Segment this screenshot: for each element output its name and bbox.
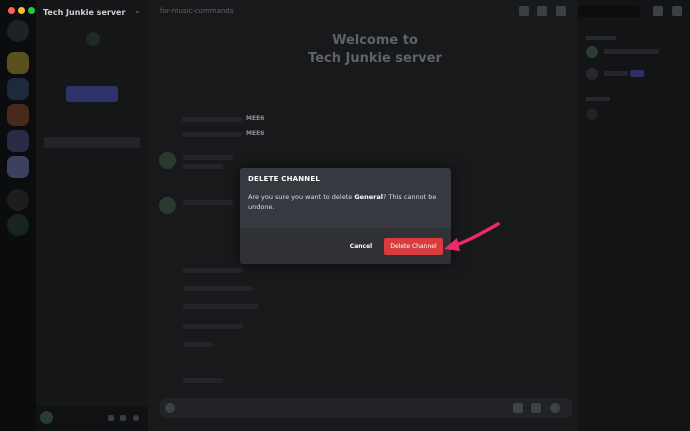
- delete-channel-button[interactable]: Delete Channel: [384, 238, 443, 255]
- delete-channel-dialog: DELETE CHANNEL Are you sure you want to …: [240, 168, 451, 264]
- dialog-body: Are you sure you want to delete General?…: [248, 192, 444, 212]
- cancel-button[interactable]: Cancel: [340, 238, 382, 255]
- dialog-channel-name: General: [354, 193, 383, 201]
- dialog-footer: Cancel Delete Channel: [240, 228, 451, 264]
- dialog-title: DELETE CHANNEL: [248, 175, 321, 183]
- discord-window: Tech Junkie server ⌄ for-music-commands …: [0, 0, 690, 431]
- annotation-arrow-icon: [444, 222, 500, 251]
- dialog-body-prefix: Are you sure you want to delete: [248, 193, 355, 201]
